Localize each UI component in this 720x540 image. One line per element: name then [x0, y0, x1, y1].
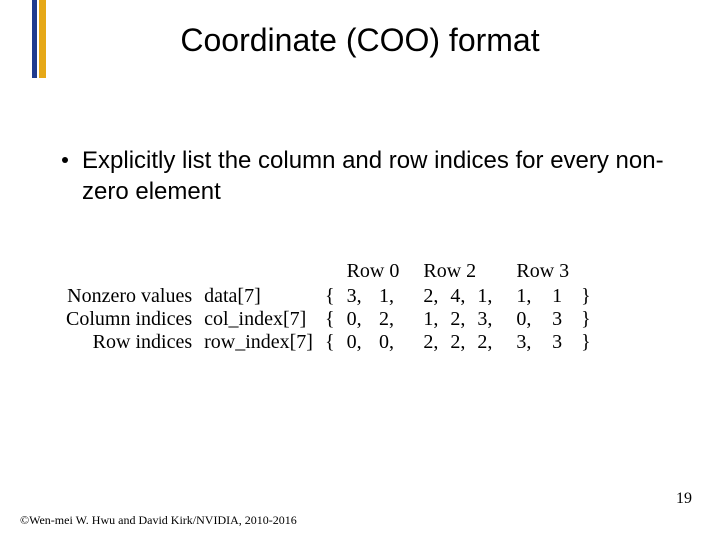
- cell: 1,: [417, 308, 444, 331]
- cell: 2,: [471, 331, 498, 354]
- bullet-dot-icon: [62, 157, 68, 163]
- cell: 0,: [341, 308, 373, 331]
- cell: 1,: [471, 285, 498, 308]
- cell: 2,: [444, 308, 471, 331]
- slide-number: 19: [676, 490, 692, 508]
- cell: 3: [546, 331, 575, 354]
- cell: 2,: [444, 331, 471, 354]
- cell: 2,: [417, 331, 444, 354]
- data-row-row-indices: Row indices row_index[7] { 0, 0, 2, 2, 2…: [60, 331, 597, 354]
- cell: 3,: [341, 285, 373, 308]
- cell: 0,: [510, 308, 546, 331]
- group-header-0: Row 0: [341, 260, 406, 285]
- row-label: Nonzero values: [60, 285, 198, 308]
- bullet-text: Explicitly list the column and row indic…: [82, 145, 698, 207]
- group-header-2: Row 3: [510, 260, 575, 285]
- cell: 1,: [373, 285, 405, 308]
- cell: 0,: [373, 331, 405, 354]
- cell: 1: [546, 285, 575, 308]
- cell: 3,: [510, 331, 546, 354]
- cell: 3: [546, 308, 575, 331]
- cell: 4,: [444, 285, 471, 308]
- cell: 2,: [417, 285, 444, 308]
- array-name: col_index[7]: [198, 308, 319, 331]
- brace-open: {: [319, 331, 341, 354]
- bullet-block: Explicitly list the column and row indic…: [62, 145, 698, 207]
- slide-title: Coordinate (COO) format: [0, 22, 720, 59]
- row-label: Column indices: [60, 308, 198, 331]
- brace-open: {: [319, 308, 341, 331]
- array-name: row_index[7]: [198, 331, 319, 354]
- group-header-1: Row 2: [417, 260, 498, 285]
- coo-table: Row 0 Row 2 Row 3 Nonzero values data[7]…: [60, 260, 597, 354]
- cell: 0,: [341, 331, 373, 354]
- coo-table-wrap: Row 0 Row 2 Row 3 Nonzero values data[7]…: [60, 260, 597, 354]
- cell: 3,: [471, 308, 498, 331]
- cell: 1,: [510, 285, 546, 308]
- group-header-row: Row 0 Row 2 Row 3: [60, 260, 597, 285]
- brace-close: }: [575, 308, 597, 331]
- row-label: Row indices: [60, 331, 198, 354]
- data-row-values: Nonzero values data[7] { 3, 1, 2, 4, 1, …: [60, 285, 597, 308]
- brace-close: }: [575, 285, 597, 308]
- data-row-col-indices: Column indices col_index[7] { 0, 2, 1, 2…: [60, 308, 597, 331]
- brace-open: {: [319, 285, 341, 308]
- array-name: data[7]: [198, 285, 319, 308]
- cell: 2,: [373, 308, 405, 331]
- bullet-row: Explicitly list the column and row indic…: [62, 145, 698, 207]
- copyright: ©Wen-mei W. Hwu and David Kirk/NVIDIA, 2…: [20, 513, 297, 528]
- brace-close: }: [575, 331, 597, 354]
